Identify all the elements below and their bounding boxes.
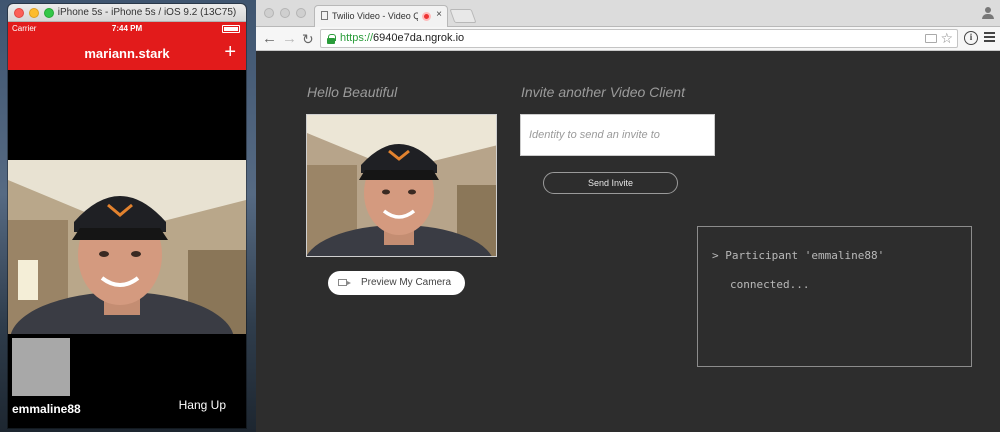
remote-video-view bbox=[8, 160, 246, 334]
close-window-button[interactable] bbox=[264, 8, 274, 18]
local-video-frame bbox=[307, 115, 496, 256]
remote-video-frame bbox=[8, 160, 246, 334]
page-icon bbox=[321, 11, 328, 20]
tab-strip: Twilio Video - Video Qu × bbox=[256, 0, 1000, 27]
status-time: 7:44 PM bbox=[111, 24, 143, 33]
new-tab-button[interactable] bbox=[449, 9, 477, 23]
hello-heading: Hello Beautiful bbox=[307, 84, 398, 100]
chrome-window: Twilio Video - Video Qu × ← → ↻ https://… bbox=[256, 0, 1000, 432]
participant-name: emmaline88 bbox=[12, 402, 81, 416]
url-scheme: https:// bbox=[340, 32, 374, 44]
ios-status-bar: Carrier 7:44 PM bbox=[8, 22, 246, 36]
tab-twilio-video[interactable]: Twilio Video - Video Qu × bbox=[314, 5, 448, 27]
menu-icon[interactable] bbox=[984, 32, 995, 43]
camera-icon bbox=[338, 279, 351, 286]
local-video-preview bbox=[306, 114, 497, 257]
cast-icon[interactable] bbox=[925, 34, 937, 43]
tab-title: Twilio Video - Video Qu bbox=[332, 11, 418, 21]
close-window-button[interactable] bbox=[14, 8, 24, 18]
page-content: Hello Beautiful Invite another Video Cli… bbox=[256, 52, 1000, 432]
back-arrow-icon[interactable]: ← bbox=[262, 29, 277, 49]
invite-identity-input[interactable] bbox=[520, 114, 715, 156]
invite-heading: Invite another Video Client bbox=[521, 84, 685, 100]
simulator-titlebar: iPhone 5s - iPhone 5s / iOS 9.2 (13C75) bbox=[8, 4, 246, 22]
hang-up-button[interactable]: Hang Up bbox=[179, 398, 226, 412]
lock-icon bbox=[327, 34, 336, 44]
preview-camera-label: Preview My Camera bbox=[361, 277, 452, 288]
forward-arrow-icon[interactable]: → bbox=[282, 29, 297, 49]
ios-simulator-window: iPhone 5s - iPhone 5s / iOS 9.2 (13C75) … bbox=[8, 4, 246, 428]
log-line: > Participant 'emmaline88' bbox=[712, 249, 885, 262]
url-host: 6940e7da.ngrok.io bbox=[373, 32, 465, 44]
local-video-thumbnail bbox=[12, 338, 70, 396]
browser-toolbar: ← → ↻ https://6940e7da.ngrok.io ☆ i bbox=[256, 27, 1000, 51]
log-line: connected... bbox=[730, 278, 810, 291]
minimize-window-button[interactable] bbox=[29, 8, 39, 18]
minimize-window-button[interactable] bbox=[280, 8, 290, 18]
info-icon[interactable]: i bbox=[964, 31, 978, 45]
profile-icon[interactable] bbox=[982, 7, 994, 19]
zoom-window-button[interactable] bbox=[44, 8, 54, 18]
preview-camera-button[interactable]: Preview My Camera bbox=[328, 271, 465, 295]
address-bar[interactable]: https://6940e7da.ngrok.io ☆ bbox=[320, 29, 958, 48]
star-icon[interactable]: ☆ bbox=[940, 30, 953, 47]
zoom-window-button[interactable] bbox=[296, 8, 306, 18]
battery-icon bbox=[222, 25, 240, 33]
app-navigation-bar: Carrier 7:44 PM mariann.stark + bbox=[8, 22, 246, 70]
send-invite-button[interactable]: Send Invite bbox=[543, 172, 678, 194]
nav-title: mariann.stark bbox=[84, 46, 170, 61]
add-icon[interactable]: + bbox=[224, 42, 236, 62]
reload-icon[interactable]: ↻ bbox=[302, 29, 314, 49]
tab-close-icon[interactable]: × bbox=[436, 9, 442, 20]
url-text: https://6940e7da.ngrok.io bbox=[340, 32, 464, 44]
recording-indicator-icon bbox=[422, 12, 431, 21]
activity-log: > Participant 'emmaline88' connected... bbox=[697, 226, 972, 367]
